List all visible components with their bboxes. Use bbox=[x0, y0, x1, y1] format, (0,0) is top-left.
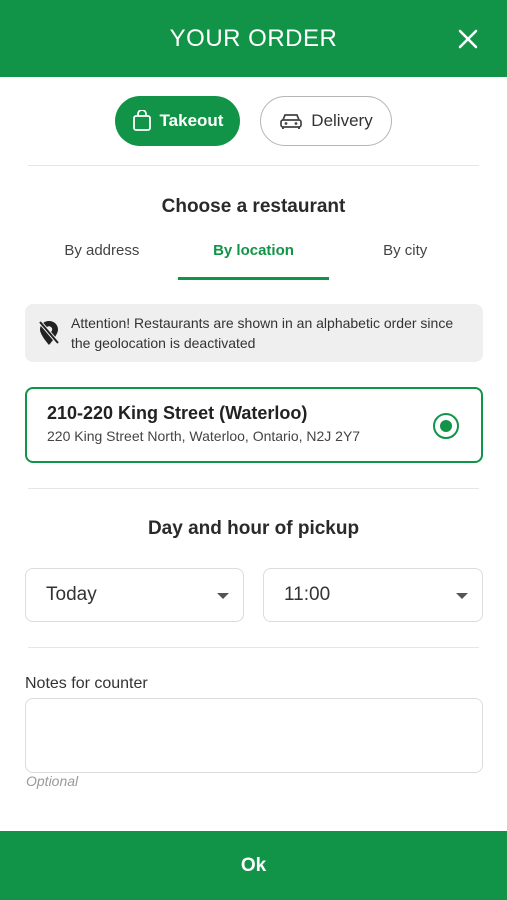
delivery-button[interactable]: Delivery bbox=[260, 96, 392, 146]
caret-down-icon bbox=[456, 593, 468, 599]
takeout-label: Takeout bbox=[159, 111, 224, 130]
divider bbox=[28, 165, 479, 166]
restaurant-option[interactable]: 210-220 King Street (Waterloo) 220 King … bbox=[25, 387, 483, 463]
tab-by-location[interactable]: By location bbox=[177, 236, 330, 280]
ok-button[interactable]: Ok bbox=[0, 831, 507, 900]
tab-by-address[interactable]: By address bbox=[26, 236, 178, 280]
geolocation-notice: Attention! Restaurants are shown in an a… bbox=[25, 304, 483, 362]
restaurant-section-title: Choose a restaurant bbox=[161, 196, 346, 217]
location-off-icon bbox=[38, 320, 60, 345]
delivery-label: Delivery bbox=[311, 111, 373, 130]
restaurant-radio[interactable] bbox=[433, 413, 459, 439]
radio-selected-dot bbox=[440, 420, 452, 432]
notes-helper-text: Optional bbox=[26, 773, 79, 789]
geolocation-notice-text: Attention! Restaurants are shown in an a… bbox=[71, 315, 454, 351]
close-button[interactable] bbox=[455, 26, 481, 52]
page-title: YOUR ORDER bbox=[169, 24, 338, 52]
divider bbox=[28, 488, 479, 489]
shopping-bag-icon bbox=[132, 110, 151, 131]
pickup-section-title: Day and hour of pickup bbox=[147, 518, 360, 539]
pickup-day-select[interactable]: Today bbox=[25, 568, 244, 622]
notes-label: Notes for counter bbox=[25, 675, 148, 692]
caret-down-icon bbox=[217, 593, 229, 599]
header-bar: YOUR ORDER bbox=[0, 0, 507, 77]
tab-by-city[interactable]: By city bbox=[329, 236, 481, 280]
notes-input[interactable] bbox=[25, 698, 483, 773]
takeout-button[interactable]: Takeout bbox=[115, 96, 240, 146]
pickup-day-value: Today bbox=[46, 584, 97, 605]
restaurant-search-tabs: By address By location By city bbox=[26, 236, 481, 280]
pickup-hour-value: 11:00 bbox=[284, 584, 331, 605]
divider bbox=[28, 647, 479, 648]
restaurant-name: 210-220 King Street (Waterloo) bbox=[47, 403, 308, 423]
car-icon bbox=[280, 114, 303, 129]
order-mode-toggle: Takeout Delivery bbox=[0, 96, 507, 146]
pickup-hour-select[interactable]: 11:00 bbox=[263, 568, 483, 622]
close-icon bbox=[458, 29, 478, 49]
restaurant-address: 220 King Street North, Waterloo, Ontario… bbox=[47, 428, 361, 444]
